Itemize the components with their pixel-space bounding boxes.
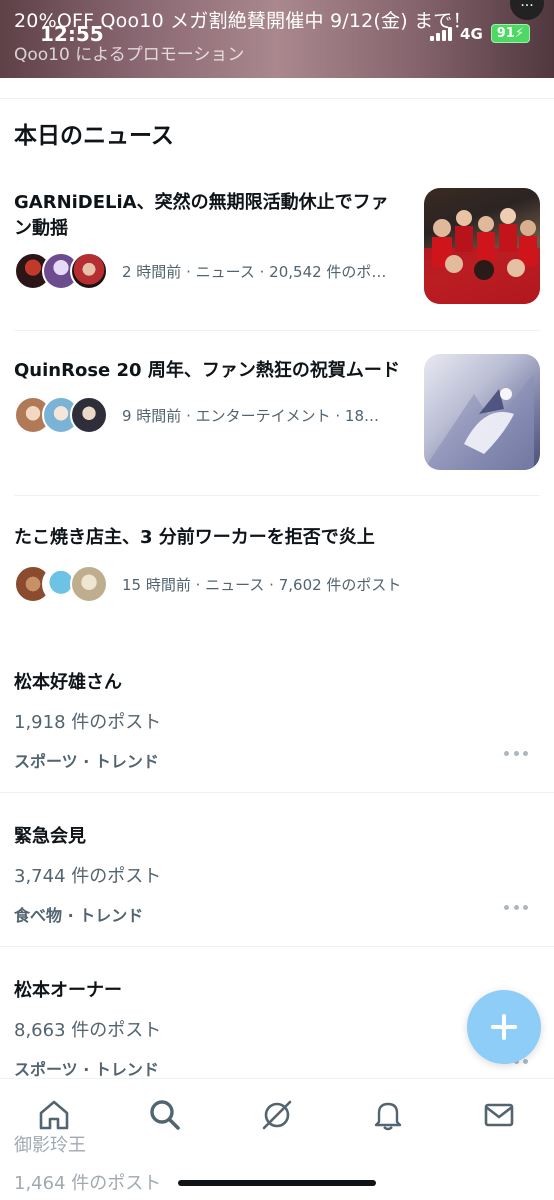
nav-messages[interactable] (481, 1097, 517, 1133)
status-indicators: 4G 91⚡ (430, 24, 530, 43)
trend-post-count: 1,918 件のポスト (14, 712, 162, 733)
trend-name: 松本オーナー (14, 980, 122, 1001)
battery-level: 91 (496, 26, 515, 41)
more-icon[interactable]: ··· (510, 0, 544, 20)
trend-name: 松本好雄さん (14, 672, 122, 693)
divider (14, 495, 540, 496)
nav-grok[interactable] (259, 1097, 295, 1133)
group-photo-image (424, 208, 540, 304)
news-thumbnail (424, 188, 540, 304)
divider (14, 330, 540, 331)
trend-post-count: 1,464 件のポスト (14, 1173, 162, 1194)
avatar (70, 565, 108, 603)
trend-category: 食べ物 · トレンド (14, 906, 144, 925)
news-headline: QuinRose 20 周年、ファン熱狂の祝賀ムード (14, 360, 400, 381)
search-icon (150, 1100, 180, 1130)
home-icon (39, 1100, 69, 1130)
more-icon[interactable] (504, 748, 528, 758)
section-title: 本日のニュース (14, 123, 174, 149)
divider (0, 946, 554, 947)
news-headline: GARNiDELiA、突然の無期限活動休止でファン動揺 (14, 192, 389, 239)
promoted-banner[interactable]: 20%OFF Qoo10 メガ割絶賛開催中 9/12(金) まで！ Qoo10 … (0, 0, 554, 78)
trend-name: 緊急会見 (14, 826, 86, 847)
divider (0, 792, 554, 793)
news-item[interactable]: たこ焼き店主、3 分前ワーカーを拒否で炎上 15 時間前 · ニュース · 7,… (14, 525, 540, 603)
news-thumbnail (424, 354, 540, 470)
trend-category: スポーツ · トレンド (14, 752, 159, 771)
news-avatars (14, 252, 110, 290)
illustration-image (424, 374, 534, 470)
news-meta: 9 時間前 · エンターテイメント · 18… (122, 406, 380, 425)
news-avatars (14, 396, 110, 434)
home-indicator[interactable] (178, 1180, 376, 1186)
more-icon[interactable] (504, 902, 528, 912)
signal-icon (430, 26, 453, 41)
news-headline: たこ焼き店主、3 分前ワーカーを拒否で炎上 (14, 527, 375, 548)
nav-notifications[interactable] (370, 1097, 406, 1133)
trend-post-count: 8,663 件のポスト (14, 1020, 162, 1041)
news-meta: 2 時間前 · ニュース · 20,542 件のポ… (122, 262, 387, 281)
plus-icon (491, 1014, 517, 1040)
news-item[interactable]: QuinRose 20 周年、ファン熱狂の祝賀ムード 9 時間前 · エンターテ… (14, 354, 540, 470)
bell-icon (374, 1102, 402, 1131)
news-item[interactable]: GARNiDELiA、突然の無期限活動休止でファン動揺 2 時間前 · ニュース… (14, 188, 540, 304)
avatar (70, 396, 108, 434)
trend-category: スポーツ · トレンド (14, 1060, 159, 1079)
status-time: 12:55 (40, 22, 104, 46)
trend-item[interactable]: 松本オーナー 8,663 件のポスト スポーツ · トレンド (14, 976, 540, 1080)
battery-icon: 91⚡ (490, 24, 530, 43)
trend-item[interactable]: 緊急会見 3,744 件のポスト 食べ物 · トレンド (14, 822, 540, 926)
nav-home[interactable] (36, 1097, 72, 1133)
compose-post-button[interactable] (467, 990, 541, 1064)
news-avatars (14, 565, 110, 603)
trend-name: 御影玲王 (14, 1135, 86, 1156)
mail-icon (484, 1103, 514, 1127)
trend-item[interactable]: 松本好雄さん 1,918 件のポスト スポーツ · トレンド (14, 668, 540, 772)
news-meta: 15 時間前 · ニュース · 7,602 件のポスト (122, 575, 402, 594)
divider (0, 98, 554, 99)
grok-icon (262, 1100, 292, 1130)
network-label: 4G (460, 24, 483, 43)
trend-post-count: 3,744 件のポスト (14, 866, 162, 887)
avatar (70, 252, 108, 290)
nav-search[interactable] (147, 1097, 183, 1133)
